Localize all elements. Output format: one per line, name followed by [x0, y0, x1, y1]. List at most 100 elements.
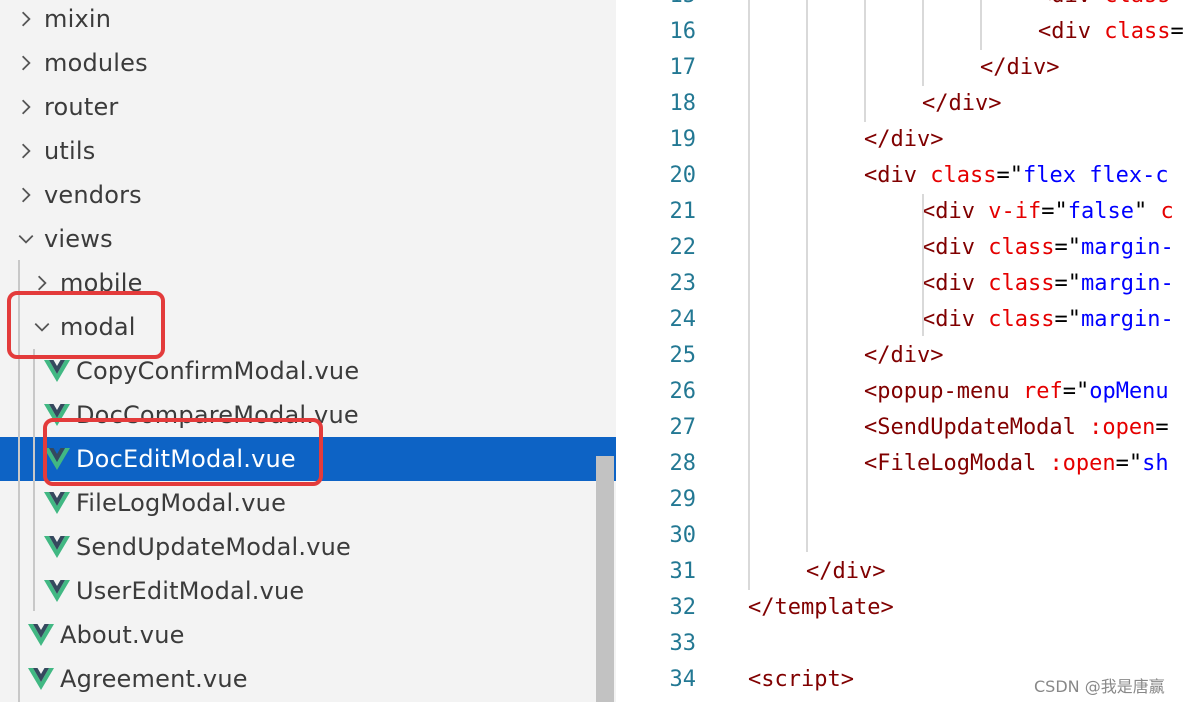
tree-indent-guide [33, 349, 35, 611]
code-line[interactable]: 29 [616, 482, 1186, 518]
code-token-attr: ref [1022, 379, 1063, 404]
code-line[interactable]: 24 <div class="margin- [616, 302, 1186, 338]
code-token-val: opMenu [1089, 379, 1169, 404]
line-number: 16 [669, 19, 697, 44]
code-text: <div class= [1038, 14, 1184, 50]
code-line[interactable]: 19 </div> [616, 122, 1186, 158]
code-token-attr: v-if [988, 199, 1042, 224]
line-number: 34 [669, 667, 697, 692]
code-token-tag: <SendUpdateModal [864, 415, 1090, 440]
code-line[interactable]: 21 <div v-if="false" c [616, 194, 1186, 230]
code-text: </div> [864, 122, 943, 158]
code-token-punct: " [1133, 199, 1161, 224]
code-token-val: margin- [1080, 235, 1174, 260]
tree-folder[interactable]: modules [0, 41, 616, 85]
code-token-punct: = [1155, 415, 1169, 440]
code-line[interactable]: 27 <SendUpdateModal :open= [616, 410, 1186, 446]
line-number: 23 [669, 271, 697, 296]
code-token-tag: <div [922, 307, 989, 332]
code-indent-guide [922, 194, 924, 336]
code-text: <div class="margin- [922, 230, 1174, 266]
code-token-punct: =" [1054, 307, 1081, 332]
vue-file-icon [28, 667, 54, 691]
chevron-right-icon[interactable] [12, 129, 40, 173]
line-number: 17 [669, 55, 697, 80]
code-token-attr: c [1160, 199, 1174, 224]
code-indent-guide [748, 0, 750, 590]
code-token-attr: class [1104, 0, 1170, 8]
tree-item-label: utils [44, 137, 96, 165]
code-line[interactable]: 33 [616, 626, 1186, 662]
tree-folder[interactable]: vendors [0, 173, 616, 217]
tree-file[interactable]: About.vue [0, 613, 616, 657]
code-token-tag: </div> [806, 559, 886, 584]
tree-folder[interactable]: utils [0, 129, 616, 173]
code-line[interactable]: 25 </div> [616, 338, 1186, 374]
tree-file[interactable]: FileLogModal.vue [0, 481, 616, 525]
code-line[interactable]: 32 </template> [616, 590, 1186, 626]
code-line[interactable]: 16 <div class= [616, 14, 1186, 50]
code-token-tag: <div [922, 271, 989, 296]
code-token-val: flex flex-c [1022, 163, 1169, 188]
code-token-tag: </div> [864, 343, 944, 368]
code-line[interactable]: 26 <popup-menu ref="opMenu [616, 374, 1186, 410]
file-explorer: mixin modules router utils vendors views mobil… [0, 0, 616, 702]
tree-item-label: CopyConfirmModal.vue [76, 357, 360, 385]
code-line[interactable]: 17 </div> [616, 50, 1186, 86]
chevron-right-icon[interactable] [12, 173, 40, 217]
code-line[interactable]: 22 <div class="margin- [616, 230, 1186, 266]
code-text: <popup-menu ref="opMenu [864, 374, 1169, 410]
code-token-attr: class [988, 307, 1055, 332]
tree-file[interactable]: Agreement.vue [0, 657, 616, 701]
line-number: 25 [669, 343, 697, 368]
tree-item-label: About.vue [60, 621, 185, 649]
tree-item-label: Agreement.vue [60, 665, 248, 693]
code-token-val: margin- [1080, 271, 1174, 296]
chevron-down-icon[interactable] [12, 217, 40, 261]
line-number: 21 [669, 199, 697, 224]
code-line[interactable]: 15 <div class=" [616, 0, 1186, 14]
code-token-punct: =" [1054, 235, 1081, 260]
code-line[interactable]: 31 </div> [616, 554, 1186, 590]
tree-folder[interactable]: router [0, 85, 616, 129]
code-token-tag: <div [864, 163, 931, 188]
code-token-val: margin- [1080, 307, 1174, 332]
tree-item-label: vendors [44, 181, 142, 209]
vue-file-icon [44, 491, 70, 515]
tree-file[interactable]: UserEditModal.vue [0, 569, 616, 613]
code-line[interactable]: 20 <div class="flex flex-c [616, 158, 1186, 194]
line-number: 20 [669, 163, 697, 188]
code-editor[interactable]: 15<div class="16<div class=17</div>18</d… [616, 0, 1186, 702]
code-text: <div class=" [1038, 0, 1186, 14]
tree-folder[interactable]: mixin [0, 0, 616, 41]
code-text: <FileLogModal :open="sh [864, 446, 1169, 482]
tree-item-label: FileLogModal.vue [76, 489, 287, 517]
tree-item-label: views [44, 225, 113, 253]
explorer-scrollbar[interactable] [596, 456, 614, 702]
code-token-tag: </template> [748, 595, 894, 620]
vue-file-icon [44, 535, 70, 559]
line-number: 26 [669, 379, 697, 404]
tree-folder[interactable]: views [0, 217, 616, 261]
highlight-box-selected-file [43, 418, 323, 486]
chevron-right-icon[interactable] [12, 85, 40, 129]
code-token-attr: class [1104, 19, 1171, 44]
code-indent-guide [806, 0, 808, 552]
code-line[interactable]: 23 <div class="margin- [616, 266, 1186, 302]
code-text: <SendUpdateModal :open= [864, 410, 1169, 446]
code-line[interactable]: 28 <FileLogModal :open="sh [616, 446, 1186, 482]
code-token-val: false [1067, 199, 1134, 224]
chevron-right-icon[interactable] [12, 0, 40, 41]
code-token-punct: =" [1115, 451, 1143, 476]
tree-item-label: UserEditModal.vue [76, 577, 305, 605]
chevron-right-icon[interactable] [12, 41, 40, 85]
code-text: </div> [806, 554, 885, 590]
watermark: CSDN @我是唐赢 [1034, 677, 1165, 696]
line-number: 30 [669, 523, 697, 548]
code-text: </div> [922, 86, 1001, 122]
tree-file[interactable]: SendUpdateModal.vue [0, 525, 616, 569]
code-line[interactable]: 18 </div> [616, 86, 1186, 122]
code-line[interactable]: 30 [616, 518, 1186, 554]
code-text: </div> [980, 50, 1059, 86]
tree-item-label: modules [44, 49, 148, 77]
